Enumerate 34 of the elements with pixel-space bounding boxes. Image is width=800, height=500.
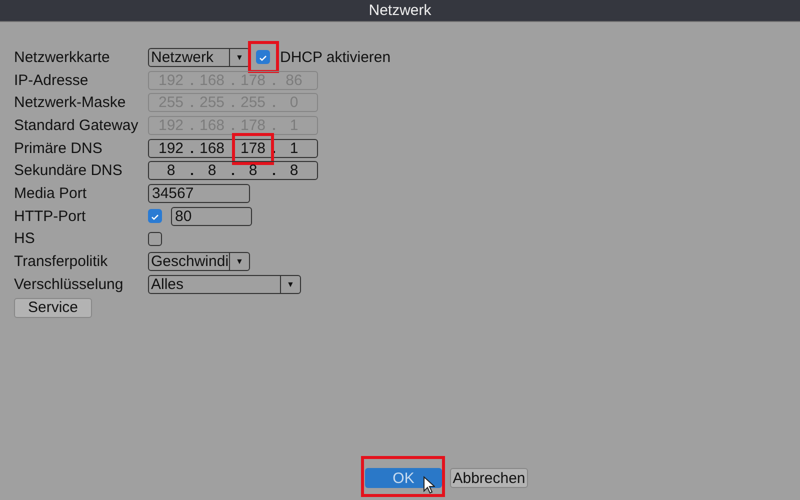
port-field[interactable]: 34567 — [148, 184, 250, 203]
octet-value: 8 — [166, 162, 176, 180]
octet-value: 8 — [248, 162, 258, 180]
octet-value: 168 — [199, 140, 225, 157]
cancel-button[interactable]: Abbrechen — [450, 468, 528, 488]
octet-value: 8 — [290, 162, 298, 180]
field-label: Media Port — [14, 184, 88, 202]
octet-value: 1 — [290, 140, 298, 157]
checkbox[interactable] — [148, 209, 162, 224]
field-label: Netzwerk-Maske — [14, 94, 127, 112]
octet-value: 178 — [240, 140, 266, 157]
field-label: Primäre DNS — [14, 140, 104, 157]
octet-value: 8 — [208, 162, 216, 180]
dropdown[interactable]: Netzwerk ▼ — [148, 48, 250, 67]
dropdown[interactable]: Geschwindi ▼ — [148, 252, 250, 272]
cursor-icon — [423, 476, 435, 494]
ip-address-field[interactable]: 8 8 8 8 — [148, 161, 318, 180]
dropdown[interactable]: Alles ▼ — [148, 274, 301, 294]
checkbox[interactable] — [148, 232, 162, 246]
checkbox[interactable] — [256, 50, 270, 64]
field-label: IP-Adresse — [14, 72, 90, 89]
ip-address-field[interactable]: 192 168 178 1 — [148, 138, 318, 158]
octet-value: 192 — [158, 140, 184, 157]
field-label: Sekundäre DNS — [14, 162, 124, 180]
field-label: Netzwerkkarte — [14, 48, 111, 66]
field-label: Standard Gateway — [14, 116, 140, 134]
checkbox-label: DHCP aktivieren — [280, 48, 391, 66]
port-field[interactable]: 80 — [171, 206, 252, 226]
field-label: Transferpolitik — [14, 253, 109, 270]
field-label: HS — [14, 230, 36, 248]
field-label: HTTP-Port — [14, 208, 87, 225]
service-button[interactable]: Service — [14, 298, 92, 318]
window-title: Netzwerk — [0, 0, 800, 22]
field-label: Verschlüsselung — [14, 276, 124, 293]
